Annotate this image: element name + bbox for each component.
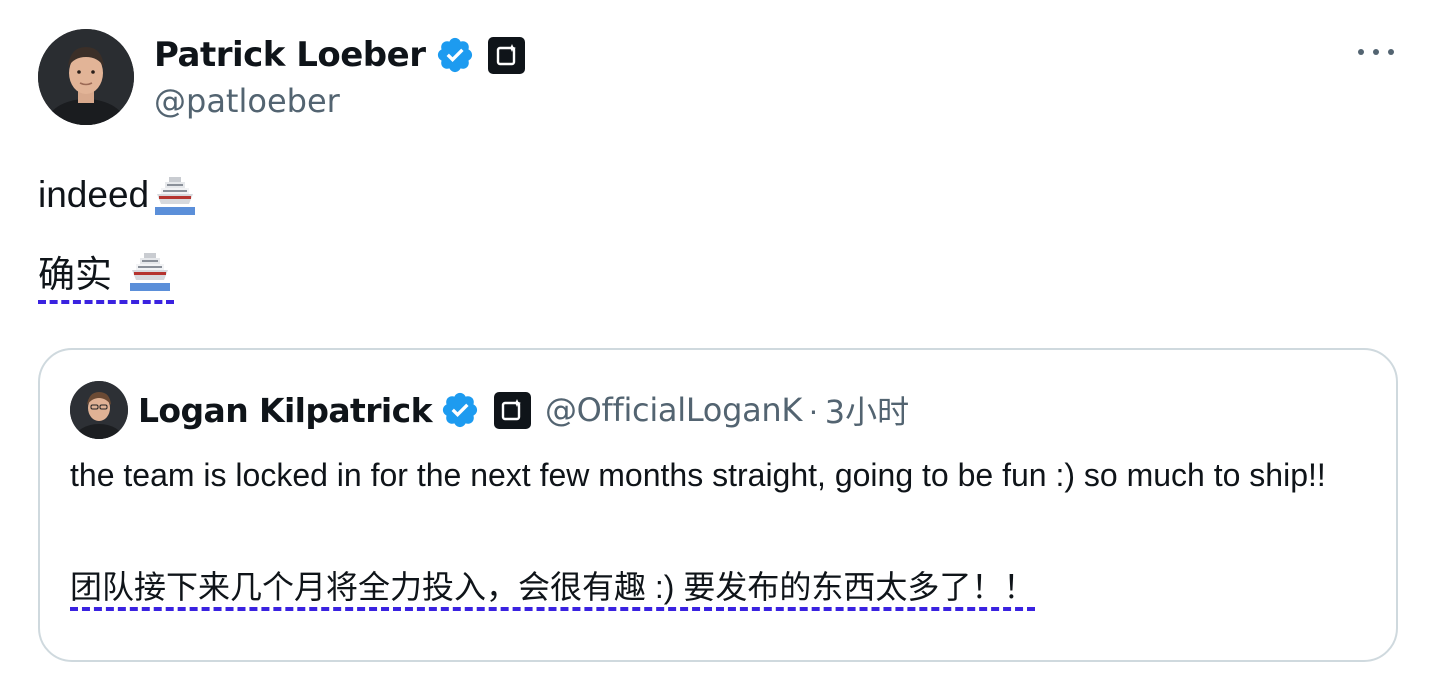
quoted-translation[interactable]: 团队接下来几个月将全力投入，会很有趣 :) 要发布的东西太多了！！ [70,569,1036,611]
quoted-author-handle[interactable]: @OfficialLoganK [545,391,802,429]
quoted-timestamp[interactable]: 3小时 [825,387,909,433]
post-translation-row: 确实 [38,244,174,304]
post-translation[interactable]: 确实 [38,244,174,304]
tweet: Patrick Loeber @patloeber indeed 确实 Loga… [0,0,1436,692]
affiliate-badge-icon[interactable] [488,36,526,74]
post-text: indeed [38,174,150,215]
author-name[interactable]: Patrick Loeber [154,35,426,75]
post-translation-text: 确实 [38,254,112,295]
post-text-row: indeed [38,168,199,222]
affiliate-badge-icon[interactable] [493,391,531,429]
author-avatar[interactable] [38,29,134,125]
quoted-tweet[interactable]: Logan Kilpatrick @OfficialLoganK · 3小时 t… [38,348,1398,662]
author-name-row: Patrick Loeber [154,30,526,80]
ship-emoji [126,247,174,295]
quoted-separator: · [808,391,819,428]
quoted-avatar[interactable] [70,381,128,439]
quoted-translation-row: 团队接下来几个月将全力投入，会很有趣 :) 要发布的东西太多了！！ [70,563,1036,611]
verified-badge-icon[interactable] [435,35,475,75]
more-icon[interactable] [1356,40,1396,64]
ship-emoji [151,171,199,219]
author-handle[interactable]: @patloeber [154,82,340,120]
quoted-text: the team is locked in for the next few m… [70,457,1326,493]
quoted-header: Logan Kilpatrick @OfficialLoganK · 3小时 [70,380,909,440]
verified-badge-icon[interactable] [440,390,480,430]
quoted-author-name[interactable]: Logan Kilpatrick [138,391,433,430]
